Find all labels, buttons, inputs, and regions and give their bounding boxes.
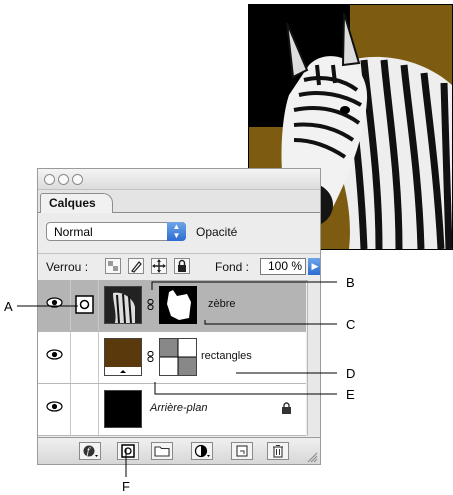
callout-d: D	[346, 366, 356, 381]
callout-b: B	[346, 275, 355, 290]
callout-e: E	[346, 387, 355, 402]
callout-c: C	[346, 317, 356, 332]
callout-a: A	[4, 299, 13, 314]
callout-f: F	[122, 479, 130, 494]
callout-lines	[17, 281, 337, 477]
